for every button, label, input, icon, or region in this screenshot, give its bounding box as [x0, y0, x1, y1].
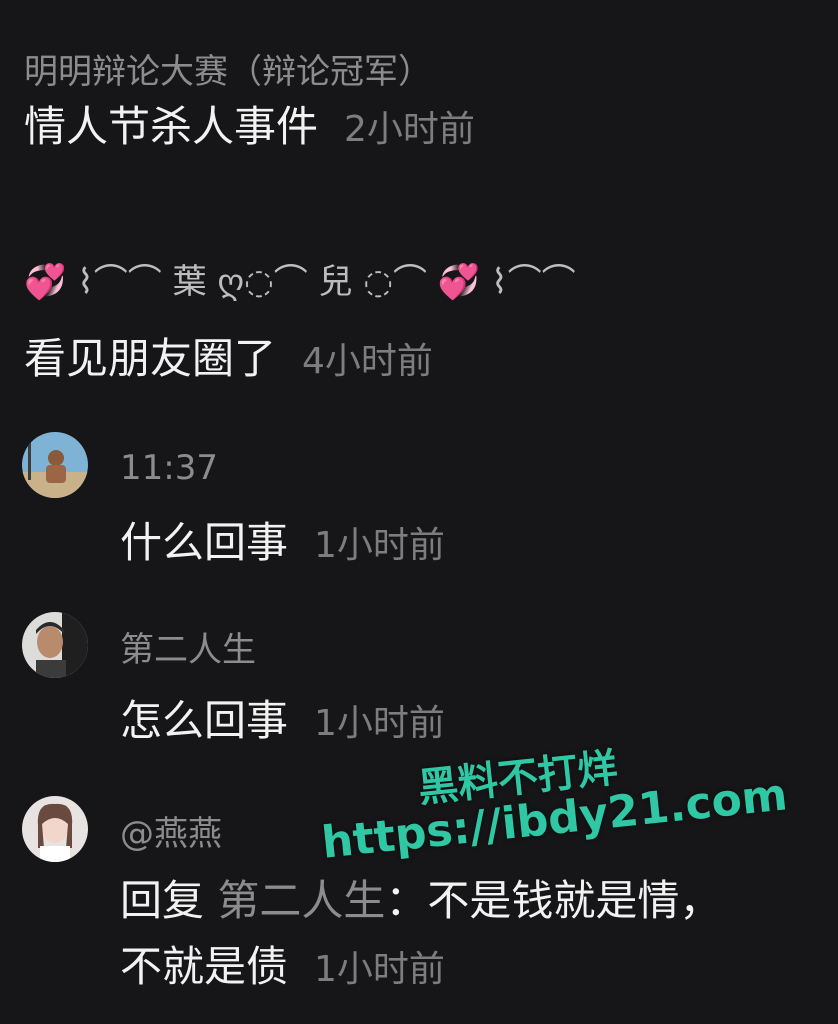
reply-body-continued[interactable]: 不就是债 1小时前 [120, 942, 445, 995]
heart-icon: 💞 [437, 262, 481, 302]
reply-prefix: 回复 [120, 876, 205, 925]
reply-item: 11:37 什么回事 1小时前 [22, 432, 828, 572]
reply-time: 1小时前 [314, 525, 445, 566]
avatar[interactable] [22, 612, 88, 678]
reply-item: 第二人生 怎么回事 1小时前 [22, 612, 828, 752]
decoration: ◌⌒ [352, 262, 438, 302]
comment-body[interactable]: 情人节杀人事件 2小时前 [24, 102, 475, 155]
reply-username[interactable]: 第二人生 [120, 630, 256, 670]
reply-username[interactable]: 11:37 [120, 448, 218, 488]
reply-text: 怎么回事 [120, 696, 289, 745]
comment-item: 明明辩论大赛（辩论冠军） 情人节杀人事件 2小时前 [24, 52, 828, 182]
comment-body[interactable]: 看见朋友圈了 4小时前 [24, 334, 433, 387]
reply-to-username[interactable]: 第二人生 [217, 876, 385, 925]
reply-text: ：不是钱就是情， [385, 876, 722, 925]
reply-time: 1小时前 [314, 703, 445, 744]
reply-username[interactable]: @燕燕 [120, 814, 222, 854]
comment-text: 看见朋友圈了 [24, 334, 277, 383]
username-part: 兒 [318, 262, 353, 302]
comment-item: 💞 ⌇⌒⌒ 葉 ღ◌⌒ 兒 ◌⌒ 💞 ⌇⌒⌒ 看见朋友圈了 4小时前 [24, 262, 828, 392]
comment-text: 情人节杀人事件 [24, 102, 319, 151]
reply-body[interactable]: 回复 第二人生：不是钱就是情， [120, 876, 721, 926]
avatar[interactable] [22, 796, 88, 862]
decoration: ღ◌⌒ [206, 262, 319, 302]
avatar[interactable] [22, 432, 88, 498]
username-part: 葉 [172, 262, 207, 302]
reply-time: 1小时前 [314, 949, 445, 990]
reply-body[interactable]: 怎么回事 1小时前 [120, 696, 445, 749]
reply-body[interactable]: 什么回事 1小时前 [120, 518, 445, 571]
decoration: ⌇⌒⌒ [480, 262, 576, 302]
decoration: ⌇⌒⌒ [66, 262, 173, 302]
comment-time: 4小时前 [302, 341, 433, 382]
comment-username[interactable]: 💞 ⌇⌒⌒ 葉 ღ◌⌒ 兒 ◌⌒ 💞 ⌇⌒⌒ [24, 262, 576, 302]
heart-icon: 💞 [24, 262, 67, 302]
reply-text: 什么回事 [120, 518, 289, 567]
reply-text: 不就是债 [120, 942, 289, 991]
comment-time: 2小时前 [344, 109, 475, 150]
comment-username[interactable]: 明明辩论大赛（辩论冠军） [24, 52, 432, 92]
